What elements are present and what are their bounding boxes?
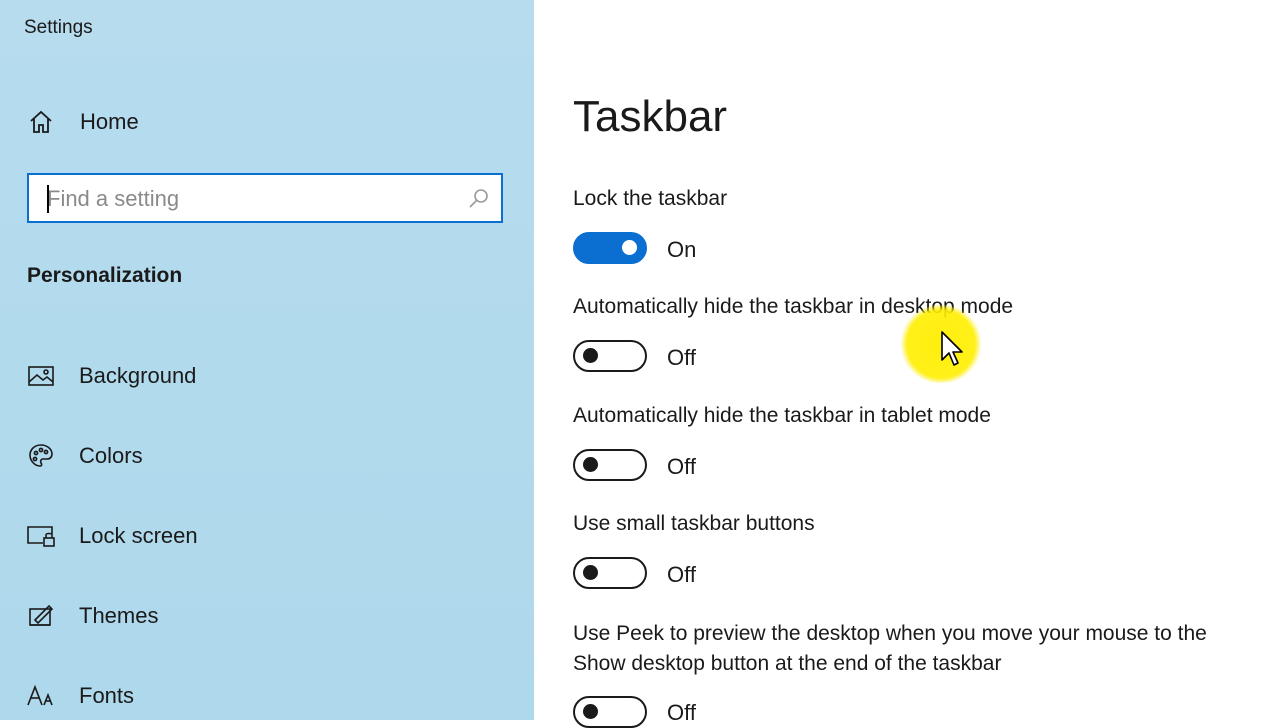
- autohide-tablet-toggle[interactable]: [573, 449, 647, 481]
- setting-label-autohide-tablet: Automatically hide the taskbar in tablet…: [573, 404, 991, 427]
- toggle-state: Off: [667, 345, 696, 370]
- page-title: Taskbar: [573, 92, 728, 141]
- search-box[interactable]: [27, 173, 503, 223]
- small-buttons-toggle[interactable]: [573, 557, 647, 589]
- toggle-knob: [583, 348, 598, 363]
- toggle-knob: [583, 704, 598, 719]
- home-icon: [26, 107, 56, 137]
- lock-screen-icon: [26, 521, 56, 551]
- setting-label-autohide-desktop: Automatically hide the taskbar in deskto…: [573, 295, 1014, 318]
- sidebar-item-background[interactable]: Background: [0, 351, 534, 401]
- toggle-knob: [583, 565, 598, 580]
- sidebar-item-themes[interactable]: Themes: [0, 591, 534, 641]
- search-icon[interactable]: [467, 187, 491, 211]
- nav-home-label: Home: [80, 109, 139, 134]
- text-caret: [47, 185, 49, 213]
- themes-icon: [26, 601, 56, 631]
- sidebar-item-label: Lock screen: [79, 523, 198, 548]
- setting-label-lock-taskbar: Lock the taskbar: [573, 187, 728, 210]
- section-heading: Personalization: [27, 264, 183, 287]
- search-input[interactable]: [45, 181, 449, 217]
- sidebar: Settings Home Personalization Background: [0, 0, 534, 720]
- toggle-state: Off: [667, 454, 696, 479]
- setting-label-small-buttons: Use small taskbar buttons: [573, 512, 815, 535]
- fonts-icon: [26, 681, 56, 711]
- setting-label-peek-line1: Use Peek to preview the desktop when you…: [573, 622, 1207, 645]
- peek-toggle[interactable]: [573, 696, 647, 728]
- app-title: Settings: [24, 17, 93, 38]
- sidebar-item-label: Colors: [79, 443, 143, 468]
- lock-taskbar-toggle[interactable]: [573, 232, 647, 264]
- sidebar-item-fonts[interactable]: Fonts: [0, 671, 534, 721]
- toggle-knob: [583, 457, 598, 472]
- setting-label-peek-line2: Show desktop button at the end of the ta…: [573, 652, 1002, 675]
- picture-icon: [26, 361, 56, 391]
- autohide-desktop-toggle[interactable]: [573, 340, 647, 372]
- toggle-state: Off: [667, 562, 696, 587]
- main-content: Taskbar Lock the taskbar On Automaticall…: [534, 0, 1280, 728]
- toggle-knob: [622, 240, 637, 255]
- nav-home[interactable]: Home: [0, 97, 534, 147]
- sidebar-item-lock-screen[interactable]: Lock screen: [0, 511, 534, 561]
- palette-icon: [26, 441, 56, 471]
- sidebar-item-colors[interactable]: Colors: [0, 431, 534, 481]
- sidebar-item-label: Themes: [79, 603, 159, 628]
- sidebar-item-label: Background: [79, 363, 197, 388]
- toggle-state: On: [667, 237, 697, 262]
- sidebar-item-label: Fonts: [79, 683, 135, 708]
- toggle-state: Off: [667, 700, 696, 725]
